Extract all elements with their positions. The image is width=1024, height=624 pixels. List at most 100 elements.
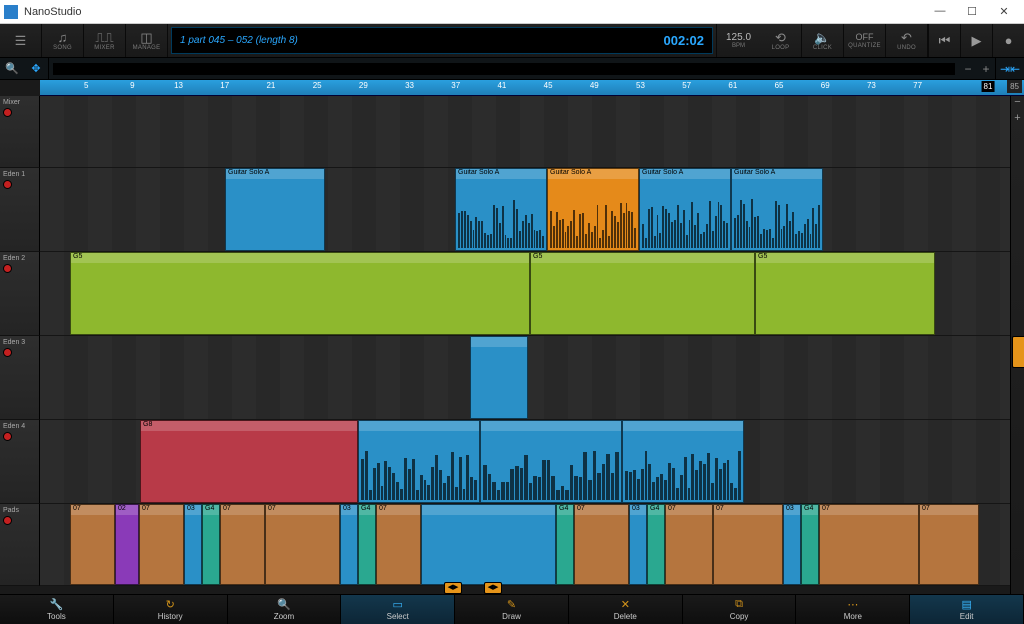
history-button[interactable]: ↻History (114, 595, 228, 624)
clip[interactable] (480, 420, 622, 503)
clip[interactable]: Guitar Solo A (639, 168, 731, 251)
edit-button[interactable]: ▤Edit (910, 595, 1024, 624)
ruler-tick: 45 (544, 81, 553, 90)
clip[interactable]: 02 (115, 504, 139, 585)
record-arm-icon[interactable] (3, 180, 12, 189)
clip[interactable]: 07 (665, 504, 713, 585)
clip-label (359, 421, 479, 431)
play-button[interactable]: ▶ (960, 24, 992, 57)
record-arm-icon[interactable] (3, 264, 12, 273)
track-name: Mixer (3, 99, 36, 106)
loop-end-marker[interactable]: ◀▶ (484, 582, 502, 594)
clip-label: 03 (341, 505, 357, 515)
vzoom-plus[interactable]: + (1011, 112, 1024, 128)
record-arm-icon[interactable] (3, 108, 12, 117)
select-button[interactable]: ▭Select (341, 595, 455, 624)
clip-label: 03 (784, 505, 800, 515)
clip[interactable]: G5 (755, 252, 935, 335)
clip[interactable]: G4 (801, 504, 819, 585)
clip[interactable] (358, 420, 480, 503)
copy-icon: ⧉ (735, 598, 743, 611)
track-header[interactable]: Eden 3 (0, 336, 40, 420)
timeline-ruler[interactable]: 81 85 5913172125293337414549535761656973… (40, 80, 1024, 96)
track-header[interactable]: Eden 2 (0, 252, 40, 336)
track-lane[interactable] (40, 336, 1024, 420)
clip[interactable]: G5 (530, 252, 755, 335)
clip[interactable]: 07 (139, 504, 184, 585)
clip[interactable]: 03 (629, 504, 647, 585)
clip[interactable]: 07 (713, 504, 783, 585)
clip[interactable] (470, 336, 528, 419)
clip[interactable]: G4 (556, 504, 574, 585)
track-header[interactable]: Mixer (0, 96, 40, 168)
click-button[interactable]: 🔈CLICK (802, 24, 844, 57)
track-lane[interactable]: Guitar Solo AGuitar Solo AGuitar Solo AG… (40, 168, 1024, 252)
minimize-button[interactable]: — (924, 5, 956, 18)
clip-label: 07 (221, 505, 264, 515)
clip[interactable] (421, 504, 556, 585)
ruler-tick: 77 (913, 81, 922, 90)
manage-button[interactable]: ◫MANAGE (126, 24, 168, 57)
zoom-tool-icon[interactable]: 🔍 (0, 58, 24, 79)
zoom-out-button[interactable]: − (959, 62, 977, 76)
clip[interactable] (622, 420, 744, 503)
clip[interactable]: G5 (70, 252, 530, 335)
prev-button[interactable]: ⏮ (928, 24, 960, 57)
mixer-button[interactable]: ⎍⎍MIXER (84, 24, 126, 57)
track-lane[interactable]: G5G5G5 (40, 252, 1024, 336)
clip[interactable]: 07 (70, 504, 115, 585)
track-row: Eden 1Guitar Solo AGuitar Solo AGuitar S… (0, 168, 1024, 252)
clip[interactable]: G4 (202, 504, 220, 585)
undo-button[interactable]: ↶UNDO (886, 24, 928, 57)
record-arm-icon[interactable] (3, 516, 12, 525)
quantize-button[interactable]: OFFQUANTIZE (844, 24, 886, 57)
copy-button[interactable]: ⧉Copy (683, 595, 797, 624)
close-button[interactable]: ✕ (988, 5, 1020, 18)
clip[interactable]: 03 (340, 504, 358, 585)
track-lane[interactable]: 07020703G4070703G407G40703G4070703G40707… (40, 504, 1024, 586)
clip[interactable]: 07 (376, 504, 421, 585)
vzoom-minus[interactable]: − (1011, 96, 1024, 112)
song-button[interactable]: ♫SONG (42, 24, 84, 57)
scroll-strip[interactable] (53, 63, 955, 75)
transport-time: 002:02 (664, 33, 704, 48)
track-header[interactable]: Pads (0, 504, 40, 586)
track-header[interactable]: Eden 4 (0, 420, 40, 504)
delete-button[interactable]: ✕Delete (569, 595, 683, 624)
record-arm-icon[interactable] (3, 432, 12, 441)
draw-icon: ✎ (507, 598, 516, 611)
clip[interactable]: Guitar Solo A (225, 168, 325, 251)
clip[interactable]: 07 (919, 504, 979, 585)
track-lane[interactable]: G8 (40, 420, 1024, 504)
ruler-tick: 21 (266, 81, 275, 90)
tools-button[interactable]: 🔧Tools (0, 595, 114, 624)
track-lane[interactable] (40, 96, 1024, 168)
clip[interactable]: Guitar Solo A (731, 168, 823, 251)
clip[interactable]: 03 (783, 504, 801, 585)
zoom-in-button[interactable]: + (977, 62, 995, 76)
clip[interactable]: G4 (647, 504, 665, 585)
loop-button[interactable]: ⟲LOOP (760, 24, 802, 57)
clip[interactable]: G4 (358, 504, 376, 585)
record-button[interactable]: ● (992, 24, 1024, 57)
menu-button[interactable]: ☰ (0, 24, 42, 57)
record-arm-icon[interactable] (3, 348, 12, 357)
more-button[interactable]: ⋯More (796, 595, 910, 624)
track-header[interactable]: Eden 1 (0, 168, 40, 252)
pointer-tool-icon[interactable]: ✥ (24, 58, 48, 79)
clip[interactable]: G8 (140, 420, 358, 503)
clip[interactable]: 07 (265, 504, 340, 585)
clip[interactable]: 03 (184, 504, 202, 585)
clip[interactable]: 07 (819, 504, 919, 585)
snap-icon[interactable]: ⇥⇤ (996, 62, 1024, 76)
clip[interactable]: 07 (220, 504, 265, 585)
scroll-handle[interactable] (1012, 336, 1024, 368)
zoom-button[interactable]: 🔍Zoom (228, 595, 342, 624)
clip[interactable]: 07 (574, 504, 629, 585)
draw-button[interactable]: ✎Draw (455, 595, 569, 624)
clip[interactable]: Guitar Solo A (455, 168, 547, 251)
maximize-button[interactable]: ☐ (956, 5, 988, 18)
tempo-display[interactable]: 125.0BPM (716, 24, 760, 57)
loop-start-marker[interactable]: ◀▶ (444, 582, 462, 594)
clip[interactable]: Guitar Solo A (547, 168, 639, 251)
